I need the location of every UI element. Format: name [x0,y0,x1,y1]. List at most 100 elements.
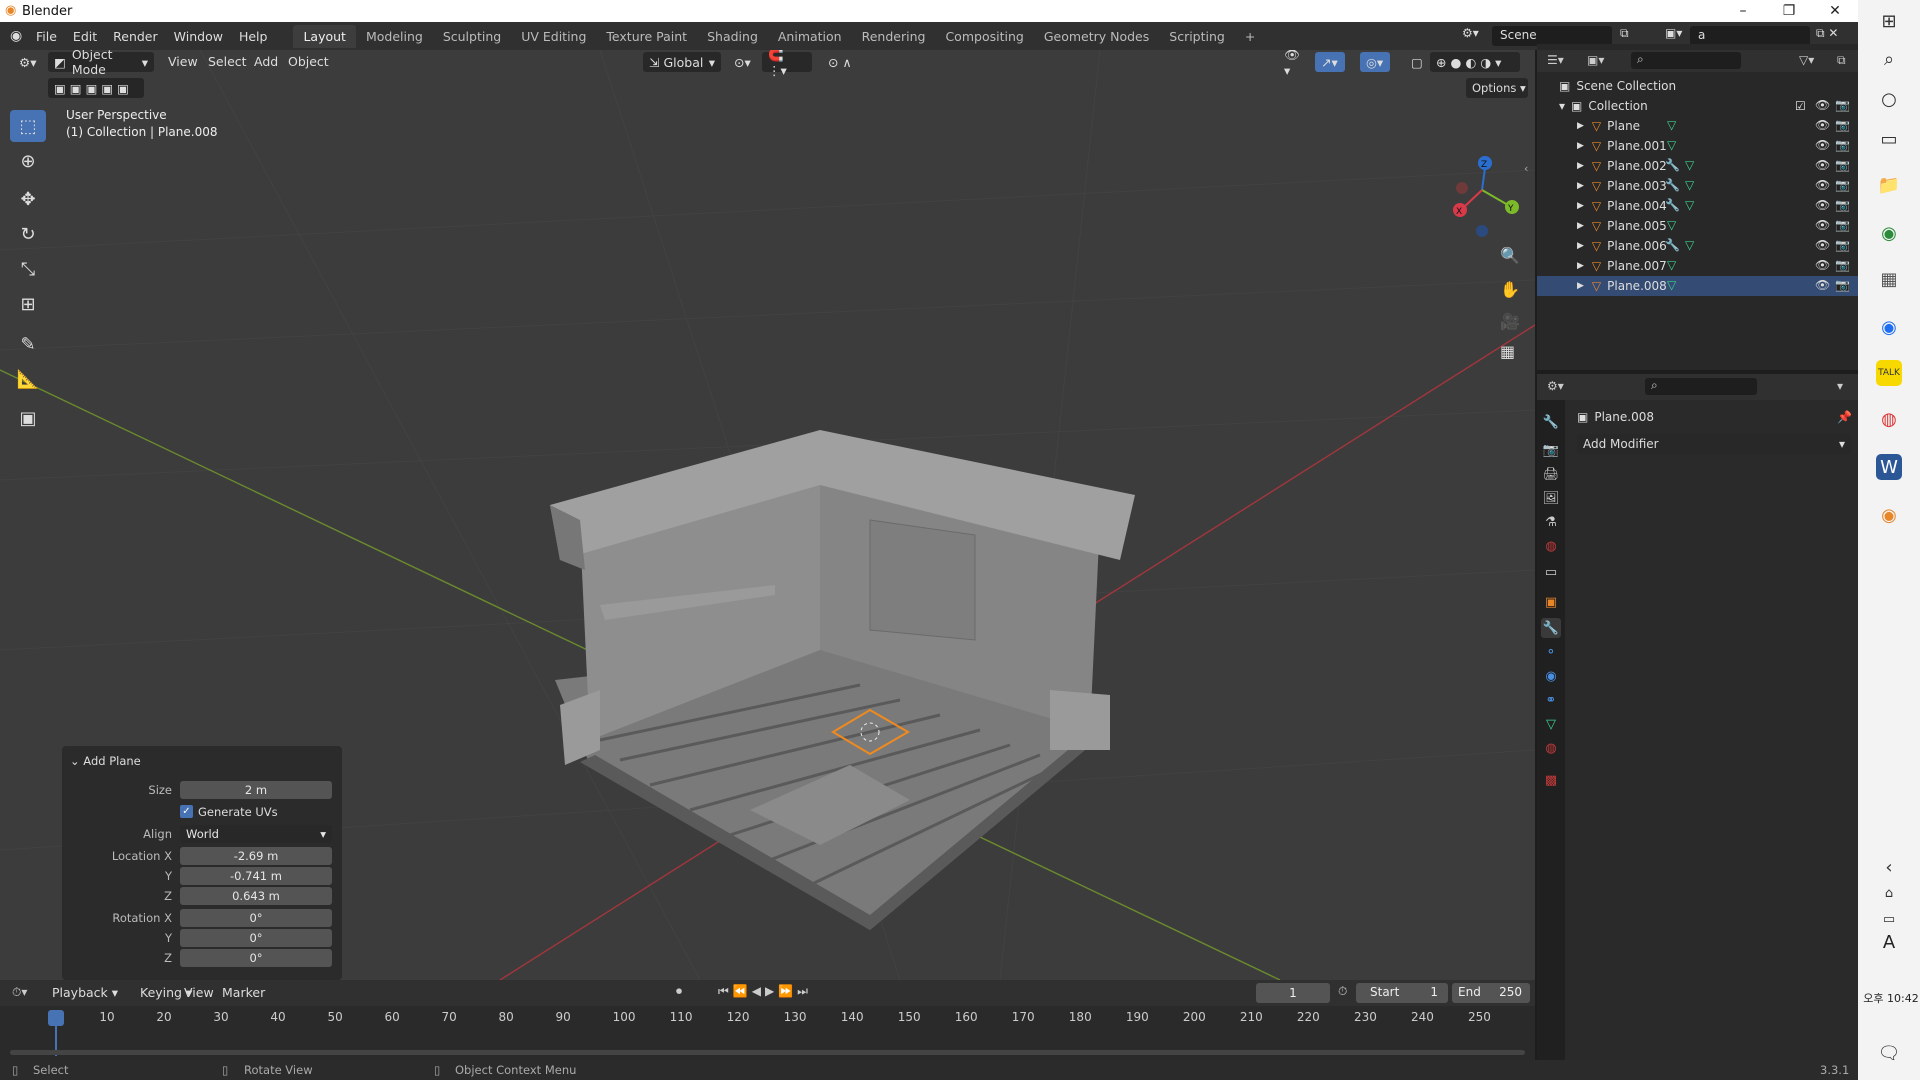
properties-options-icon[interactable]: ▾ [1837,379,1843,393]
properties-search-input[interactable]: ⌕ [1645,378,1757,395]
expand-arrow-icon[interactable]: ▾ [1559,99,1565,113]
mesh-data-icon[interactable]: ▽ [1685,158,1694,172]
task-view-icon[interactable]: ▭ [1876,126,1902,152]
view-layer-tab-icon[interactable]: 🖼 [1541,488,1561,508]
shading-mode-buttons[interactable]: ⊕ ● ◐ ◑ ▾ [1430,52,1520,72]
mesh-data-icon[interactable]: ▽ [1685,198,1694,212]
new-scene-icon[interactable]: ⧉ [1620,26,1658,46]
render-camera-icon[interactable]: 📷 [1835,138,1850,152]
render-camera-icon[interactable]: 📷 [1835,238,1850,252]
app-red-icon[interactable]: ◍ [1876,406,1902,432]
mesh-data-icon[interactable]: ▽ [1667,218,1676,232]
timeline-scrollbar[interactable] [10,1050,1525,1055]
outliner-editor-icon[interactable]: ☰▾ [1547,53,1564,67]
tab-animation[interactable]: Animation [768,25,852,48]
outliner-search-input[interactable]: ⌕ [1631,52,1741,69]
tab-geometry-nodes[interactable]: Geometry Nodes [1034,25,1159,48]
tab-rendering[interactable]: Rendering [852,25,936,48]
render-camera-icon[interactable]: 📷 [1835,258,1850,272]
expand-arrow-icon[interactable]: ▶ [1577,221,1584,231]
camera-view-icon[interactable]: 🎥 [1500,312,1520,331]
mesh-data-icon[interactable]: ▽ [1667,278,1676,292]
pin-icon[interactable]: 📌 [1837,410,1852,424]
tab-uv-editing[interactable]: UV Editing [511,25,596,48]
outliner-object-row[interactable]: ▶ ▽ Plane.007 ▽ 👁 📷 [1537,256,1858,276]
visibility-eye-icon[interactable]: 👁 [1815,118,1830,132]
modifier-wrench-icon[interactable]: 🔧 [1665,178,1680,192]
render-tab-icon[interactable]: 📷 [1541,440,1561,460]
tab-texture-paint[interactable]: Texture Paint [596,25,697,48]
world-tab-icon[interactable]: ◍ [1541,536,1561,556]
ime-indicator[interactable]: A [1874,932,1904,953]
scale-tool[interactable]: ⤡ [10,253,46,285]
rotation-x-field[interactable]: 0° [180,909,332,927]
filter-icon[interactable]: ▽▾ [1799,53,1814,67]
clock[interactable]: 오후 10:42 [1862,990,1920,1006]
render-camera-icon[interactable]: 📷 [1835,98,1850,112]
mesh-data-icon[interactable]: ▽ [1685,178,1694,192]
properties-editor-icon[interactable]: ⚙▾ [1547,379,1564,393]
move-tool[interactable]: ✥ [10,183,46,215]
start-frame-field[interactable]: Start 1 [1356,983,1448,1003]
expand-arrow-icon[interactable]: ▶ [1577,181,1584,191]
modifier-wrench-icon[interactable]: 🔧 [1665,238,1680,252]
measure-tool[interactable]: 📐 [10,363,46,395]
stopwatch-icon[interactable]: ⏱ [1338,984,1347,999]
render-camera-icon[interactable]: 📷 [1835,218,1850,232]
playback-controls[interactable]: ⏮⏪◀▶⏩⏭ [718,984,812,999]
file-explorer-icon[interactable]: 📁 [1876,172,1902,198]
location-y-field[interactable]: -0.741 m [180,867,332,885]
pivot-icon[interactable]: ⊙▾ [728,52,758,72]
navigation-gizmo[interactable]: Z Y X [1448,110,1535,240]
tab-shading[interactable]: Shading [697,25,768,48]
render-camera-icon[interactable]: 📷 [1835,278,1850,292]
collection-row[interactable]: ▾ ▣ Collection ☑ 👁 📷 [1537,96,1858,116]
word-icon[interactable]: W [1876,454,1902,480]
modifier-tab-icon[interactable]: 🔧 [1541,618,1561,638]
timeline-menu-marker[interactable]: Marker [214,985,273,1000]
gizmo-toggle-icon[interactable]: ↗▾ [1315,52,1345,72]
pan-hand-icon[interactable]: ✋ [1500,280,1520,299]
add-cube-tool[interactable]: ▣ [10,402,46,434]
visibility-eye-icon[interactable]: 👁 [1815,178,1830,192]
tab-scripting[interactable]: Scripting [1159,25,1235,48]
overlay-toggle-icon[interactable]: ◎▾ [1360,52,1390,72]
add-modifier-dropdown[interactable]: Add Modifier ▾ [1577,434,1851,454]
particles-tab-icon[interactable]: ⚬ [1541,642,1561,662]
calculator-icon[interactable]: ▦ [1876,266,1902,292]
viewport-menu-view[interactable]: View [160,54,206,69]
tool-tab-icon[interactable]: 🔧 [1541,412,1561,432]
restore-button[interactable]: ❐ [1766,0,1812,22]
cursor-tool[interactable]: ⊕ [10,145,46,177]
size-field[interactable]: 2 m [180,781,332,799]
outliner-object-row[interactable]: ▶ ▽ Plane.003 🔧 ▽ 👁 📷 [1537,176,1858,196]
location-z-field[interactable]: 0.643 m [180,887,332,905]
ortho-grid-icon[interactable]: ▦ [1500,342,1515,361]
rotation-z-field[interactable]: 0° [180,949,332,967]
expand-arrow-icon[interactable]: ▶ [1577,261,1584,271]
show-hidden-icons-icon[interactable]: ‹ [1876,854,1902,880]
display-mode-icon[interactable]: ▣▾ [1587,53,1604,67]
menu-window[interactable]: Window [166,29,231,44]
kakaotalk-icon[interactable]: TALK [1876,360,1902,386]
physics-tab-icon[interactable]: ◉ [1541,666,1561,686]
menu-file[interactable]: File [28,29,65,44]
transform-tool[interactable]: ⊞ [10,288,46,320]
visibility-eye-icon[interactable]: 👁 [1815,238,1830,252]
outliner-object-row[interactable]: ▶ ▽ Plane.008 ▽ 👁 📷 [1537,276,1858,296]
minimize-button[interactable]: – [1720,0,1766,22]
outliner-object-row[interactable]: ▶ ▽ Plane.004 🔧 ▽ 👁 📷 [1537,196,1858,216]
modifier-wrench-icon[interactable]: 🔧 [1665,198,1680,212]
select-mode-buttons[interactable]: ▣ ▣ ▣ ▣ ▣ [48,78,144,98]
chrome-icon[interactable]: ◉ [1876,220,1902,246]
visibility-eye-icon[interactable]: 👁 [1815,158,1830,172]
view-layer-field[interactable]: a [1690,26,1810,46]
mesh-data-icon[interactable]: ▽ [1667,118,1676,132]
output-tab-icon[interactable]: 🖨 [1541,464,1561,484]
add-plane-title[interactable]: ⌄ Add Plane [70,754,141,768]
timeline-menu-playback[interactable]: Playback ▾ [44,985,126,1000]
mode-dropdown[interactable]: ◩ Object Mode ▾ [48,50,154,77]
xray-icon[interactable]: ▢ [1405,52,1425,72]
location-x-field[interactable]: -2.69 m [180,847,332,865]
rotate-tool[interactable]: ↻ [10,218,46,250]
